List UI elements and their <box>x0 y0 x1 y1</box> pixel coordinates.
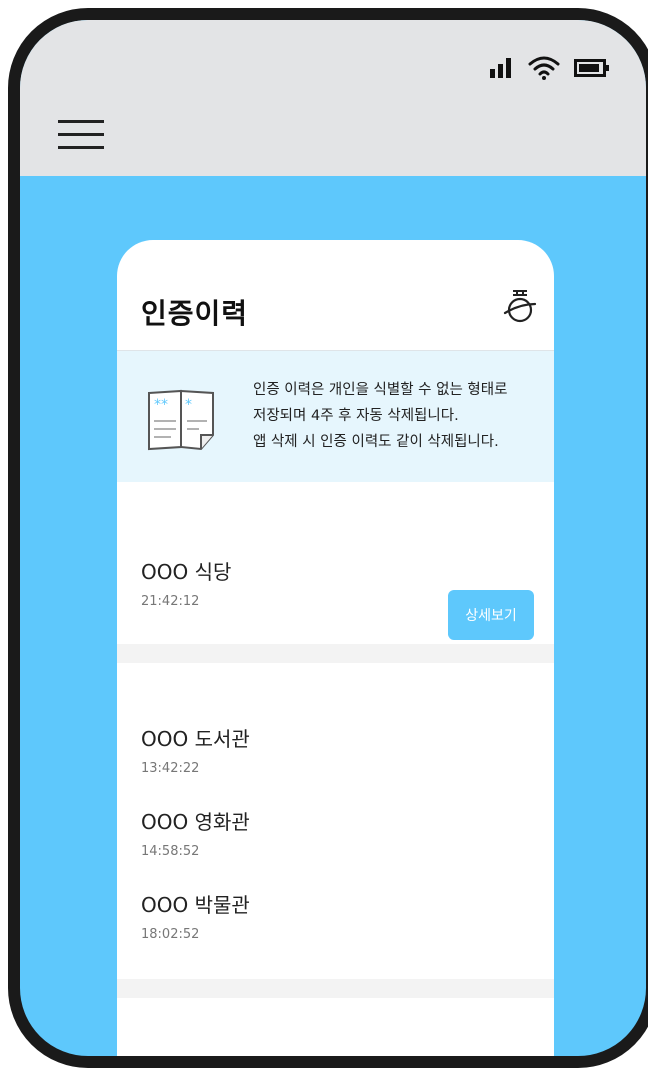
place-name: OOO 식당 <box>141 560 232 584</box>
detail-button[interactable]: 상세보기 <box>448 590 534 640</box>
svg-text:*: * <box>185 397 192 413</box>
notice-text: 인증 이력은 개인을 식별할 수 없는 형태로 저장되며 4주 후 자동 삭제됩… <box>253 377 553 455</box>
svg-text:**: ** <box>154 397 168 413</box>
auth-time: 13:42:22 <box>141 761 200 776</box>
top-bar <box>20 20 646 176</box>
battery-icon <box>574 59 609 77</box>
history-group-recent: OOO 식당 21:42:12 상세보기 <box>117 482 554 644</box>
hamburger-menu-icon[interactable] <box>58 116 104 152</box>
phone-frame: 인증이력 ** * 인증 이력은 개인을 식별할 수 없는 형태로 저장되며 4… <box>8 8 648 1068</box>
history-group-more <box>117 998 554 1056</box>
wifi-icon <box>528 56 560 80</box>
auth-time: 21:42:12 <box>141 594 200 609</box>
notice-line: 앱 삭제 시 인증 이력도 같이 삭제됩니다. <box>253 434 499 450</box>
status-icons <box>488 56 610 80</box>
auth-time: 18:02:52 <box>141 927 200 942</box>
notice-line: 저장되며 4주 후 자동 삭제됩니다. <box>253 408 459 424</box>
planet-icon[interactable] <box>502 286 538 326</box>
history-card: 인증이력 ** * 인증 이력은 개인을 식별할 수 없는 형태로 저장되며 4… <box>117 240 554 1056</box>
open-book-icon: ** * <box>148 389 214 451</box>
place-name: OOO 도서관 <box>141 727 250 751</box>
card-header: 인증이력 <box>117 240 554 351</box>
signal-icon <box>490 58 511 78</box>
history-group-past: OOO 도서관 13:42:22 OOO 영화관 14:58:52 OOO 박물… <box>117 663 554 979</box>
section-divider <box>117 644 554 663</box>
place-name: OOO 박물관 <box>141 893 250 917</box>
page-title: 인증이력 <box>141 297 249 330</box>
place-name: OOO 영화관 <box>141 810 250 834</box>
section-divider <box>117 979 554 998</box>
notice-banner: ** * 인증 이력은 개인을 식별할 수 없는 형태로 저장되며 4주 후 자… <box>117 351 554 482</box>
auth-time: 14:58:52 <box>141 844 200 859</box>
notice-line: 인증 이력은 개인을 식별할 수 없는 형태로 <box>253 382 508 398</box>
